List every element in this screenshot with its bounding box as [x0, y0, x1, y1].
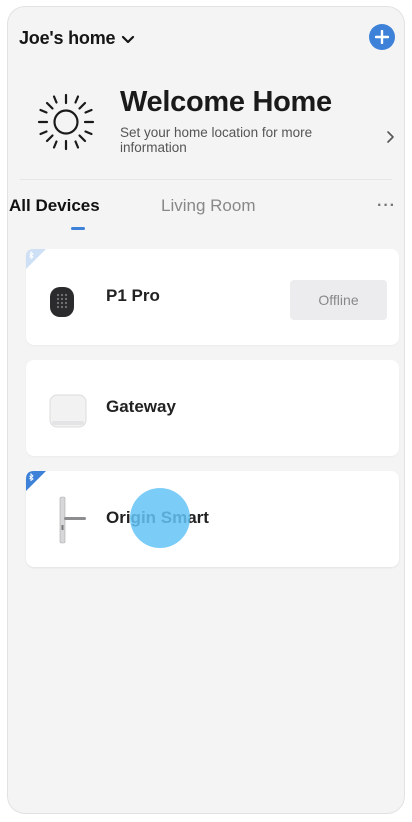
- bluetooth-icon: [26, 471, 46, 491]
- add-device-button[interactable]: [369, 24, 395, 50]
- offline-status-badge: Offline: [290, 280, 387, 320]
- home-name: Joe's home: [19, 28, 116, 48]
- keypad-lock-icon: [50, 287, 74, 317]
- device-card-gateway[interactable]: Gateway: [26, 360, 399, 456]
- device-name: P1 Pro: [106, 286, 160, 305]
- app-screen: Joe's home Welcome Home Set your home lo…: [7, 6, 405, 814]
- welcome-subtitle[interactable]: Set your home location for more informat…: [120, 125, 350, 155]
- tab-active-indicator: [71, 227, 85, 230]
- gateway-icon: [49, 394, 87, 428]
- device-card-p1-pro[interactable]: P1 Pro Offline: [26, 249, 399, 345]
- welcome-title: Welcome Home: [120, 86, 332, 118]
- device-card-origin-smart-body[interactable]: Origin Smart: [26, 471, 399, 567]
- chevron-right-icon[interactable]: [386, 129, 396, 145]
- bluetooth-icon: [26, 249, 46, 269]
- door-handle-icon: [59, 496, 86, 544]
- more-options-button[interactable]: ···: [377, 197, 396, 215]
- sun-icon: [37, 93, 95, 151]
- plus-icon: [375, 30, 389, 44]
- touch-indicator: [130, 488, 190, 548]
- device-name: Gateway: [106, 397, 176, 416]
- home-selector[interactable]: Joe's home: [19, 28, 135, 49]
- divider: [20, 179, 392, 180]
- tab-living-room[interactable]: Living Room: [161, 196, 256, 216]
- chevron-down-icon: [122, 35, 135, 43]
- tab-all-devices[interactable]: All Devices: [9, 196, 100, 216]
